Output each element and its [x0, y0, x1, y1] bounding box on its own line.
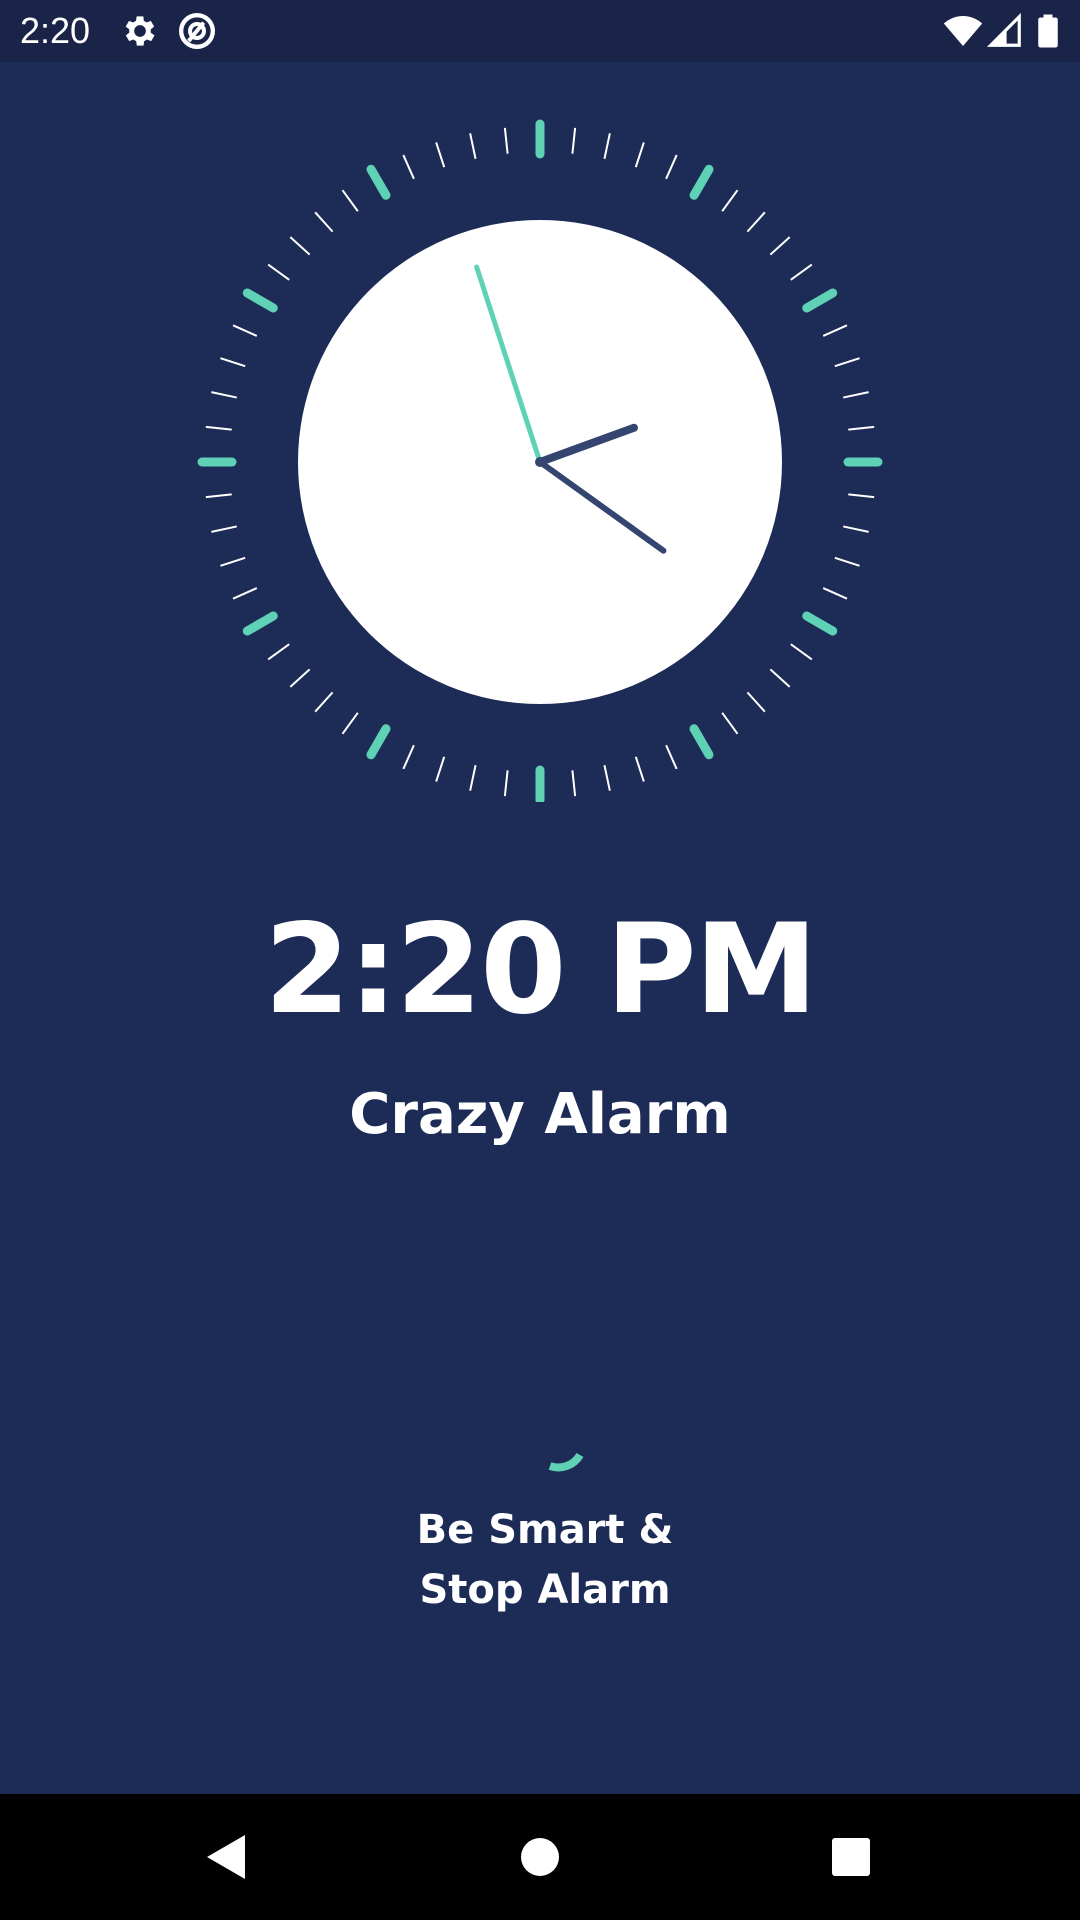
clock-minor-tick [665, 744, 678, 770]
clock-minor-tick [402, 744, 415, 770]
clock-minor-tick [665, 154, 678, 180]
clock-minor-tick [289, 668, 311, 688]
clock-minor-tick [848, 493, 875, 499]
clock-major-tick [242, 288, 278, 313]
clock-major-tick [802, 288, 838, 313]
navigation-bar [0, 1794, 1080, 1920]
clock-minor-tick [435, 756, 446, 782]
alarm-time: 2:20 PM [264, 898, 818, 1042]
sync-circle-icon [179, 13, 215, 49]
wifi-icon [943, 16, 983, 46]
clock-minor-tick [822, 324, 848, 337]
clock-minor-tick [232, 324, 258, 337]
home-icon[interactable] [500, 1817, 580, 1897]
clock-minor-tick [790, 643, 813, 661]
clock-minor-tick [848, 425, 875, 431]
clock-minor-tick [721, 189, 739, 212]
alarm-name: Crazy Alarm [349, 1082, 731, 1147]
gear-icon [125, 16, 155, 46]
back-icon[interactable] [185, 1817, 265, 1897]
loading-spinner-icon [548, 1452, 584, 1472]
clock-minor-tick [232, 587, 258, 600]
clock-minor-tick [746, 211, 766, 233]
clock-minor-tick [469, 765, 477, 791]
clock-major-tick [689, 164, 714, 200]
clock-minor-tick [469, 133, 477, 159]
clock-major-tick [802, 611, 838, 636]
clock-minor-tick [769, 668, 791, 688]
stop-button-line-2: Stop Alarm [419, 1567, 671, 1613]
clock-minor-tick [769, 236, 791, 256]
clock-minor-tick [205, 493, 232, 499]
clock-minor-tick [503, 127, 509, 154]
clock-minor-tick [571, 770, 577, 797]
clock-minor-tick [603, 765, 611, 791]
clock-minor-tick [634, 756, 645, 782]
clock-minor-tick [843, 391, 869, 399]
clock-minor-tick [435, 142, 446, 168]
clock-minor-tick [746, 691, 766, 713]
clock-minor-tick [834, 357, 860, 368]
clock-minor-tick [571, 127, 577, 154]
clock-minor-tick [790, 263, 813, 281]
status-bar: 2:20 [0, 0, 1080, 62]
clock-minor-tick [822, 587, 848, 600]
clock-minor-tick [267, 643, 290, 661]
clock-minor-tick [205, 425, 232, 431]
clock-major-tick [366, 724, 391, 760]
status-time: 2:20 [20, 10, 91, 51]
clock-major-tick [242, 611, 278, 636]
clock-minor-tick [289, 236, 311, 256]
clock-major-tick [689, 724, 714, 760]
cellular-signal-icon [986, 12, 1021, 47]
clock-minor-tick [314, 691, 334, 713]
clock-major-tick [366, 164, 391, 200]
clock-center-pin [535, 457, 545, 467]
clock-minor-tick [402, 154, 415, 180]
stop-alarm-button[interactable]: Be Smart & Stop Alarm [380, 1500, 710, 1620]
clock-minor-tick [341, 189, 359, 212]
clock-minor-tick [211, 391, 237, 399]
recents-icon[interactable] [810, 1817, 890, 1897]
clock-minor-tick [314, 211, 334, 233]
analog-clock [197, 119, 883, 802]
battery-icon [1038, 14, 1058, 48]
clock-minor-tick [503, 770, 509, 797]
stop-button-line-1: Be Smart & [416, 1507, 674, 1553]
clock-minor-tick [267, 263, 290, 281]
clock-minor-tick [843, 525, 869, 533]
clock-minor-tick [220, 556, 246, 567]
clock-minor-tick [721, 712, 739, 735]
clock-minor-tick [220, 357, 246, 368]
clock-minor-tick [211, 525, 237, 533]
clock-minor-tick [341, 712, 359, 735]
clock-minor-tick [834, 556, 860, 567]
clock-minor-tick [634, 142, 645, 168]
clock-minor-tick [603, 133, 611, 159]
